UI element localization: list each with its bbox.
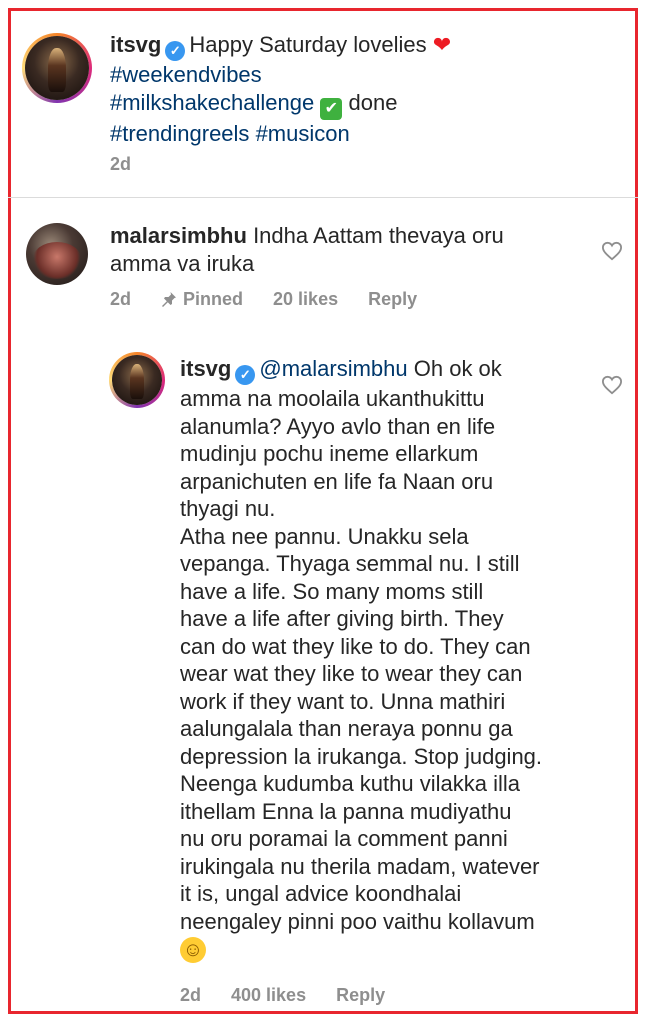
commenter-username[interactable]: malarsimbhu (110, 223, 247, 248)
comment-likes[interactable]: 20 likes (273, 289, 338, 309)
commenter-avatar[interactable] (26, 223, 88, 285)
reply-button[interactable]: Reply (368, 289, 417, 309)
reply-line: can do wat they like to do. They can (180, 633, 531, 659)
reply-timestamp: 2d (180, 985, 202, 1005)
post-caption: itsvg ✓ Happy Saturday lovelies ❤ #weekend… (110, 31, 620, 147)
reply-line: have a life after giving birth. They (180, 606, 504, 631)
reply-line: amma na moolaila ukanthukittu (180, 386, 485, 411)
comment-text-line1: Indha Aattam thevaya oru (253, 223, 504, 248)
reply-line: Neenga kudumba kuthu vilakka illa (180, 771, 520, 796)
reply-line: irukingala nu therila madam, watever (180, 853, 540, 879)
reply-line: neengaley pinni poo vaithu kollavum (180, 908, 535, 934)
reply-comment: itsvg ✓ @malarsimbhu Oh ok ok amma na mool… (180, 355, 580, 963)
reply-meta: 2d 400 likes Reply (180, 985, 415, 1006)
reply-author-username[interactable]: itsvg (180, 356, 231, 381)
comment-malarsimbhu: malarsimbhu Indha Aattam thevaya oru amm… (110, 222, 580, 277)
heart-outline-icon[interactable] (601, 375, 623, 395)
reply-line: nu oru poramai la comment panni (180, 826, 508, 851)
heart-outline-icon[interactable] (601, 241, 623, 261)
reply-line: aalungalala than neraya ponnu ga (180, 716, 513, 741)
comment-timestamp: 2d (110, 289, 132, 309)
reply-author-avatar[interactable] (109, 352, 165, 408)
red-heart-emoji: ❤ (432, 32, 452, 57)
comment-text-line2: amma va iruka (110, 250, 255, 276)
verified-badge-icon: ✓ (165, 41, 186, 61)
reply-line: work if they want to. Unna mathiri (180, 688, 506, 714)
reply-line: vepanga. Thyaga semmal nu. I still (180, 551, 520, 576)
smiling-face-emoji: ☺ (180, 937, 206, 963)
reply-line: thyagi nu. (180, 496, 276, 521)
reply-line: Atha nee pannu. Unakku sela (180, 523, 469, 549)
hashtag-musicon[interactable]: #musicon (256, 121, 350, 146)
verified-badge-icon: ✓ (235, 365, 256, 385)
post-timestamp: 2d (110, 154, 132, 174)
post-meta: 2d (110, 154, 161, 175)
reply-line: Oh ok ok (413, 356, 502, 381)
post-author-avatar[interactable] (22, 33, 92, 103)
check-mark-emoji: ✔ (320, 97, 343, 120)
comment-meta: 2d Pinned 20 likes Reply (110, 289, 447, 310)
reply-line: alanumla? Ayyo avlo than en life (180, 413, 496, 439)
reply-button[interactable]: Reply (336, 985, 385, 1005)
reply-line: have a life. So many moms still (180, 578, 484, 604)
hashtag-milkshakechallenge[interactable]: #milkshakechallenge (110, 90, 314, 115)
reply-line: ithellam Enna la panna mudiyathu (180, 798, 512, 824)
reply-line: wear wat they like to wear they can (180, 661, 523, 686)
post-author-username[interactable]: itsvg (110, 32, 161, 57)
done-text: done (348, 89, 398, 115)
caption-text: Happy Saturday lovelies (189, 32, 427, 57)
mention-malarsimbhu[interactable]: @malarsimbhu (259, 356, 407, 381)
hashtag-trendingreels[interactable]: #trendingreels (110, 121, 249, 146)
reply-line: it is, ungal advice koondhalai (180, 881, 462, 906)
reply-line: arpanichuten en life fa Naan oru (180, 468, 494, 494)
reply-likes[interactable]: 400 likes (231, 985, 306, 1005)
pinned-label: Pinned (161, 289, 243, 309)
pin-icon (162, 292, 177, 307)
reply-line: mudinju pochu ineme ellarkum (180, 441, 479, 466)
reply-line: depression la irukanga. Stop judging. (180, 743, 543, 769)
hashtag-weekendvibes[interactable]: #weekendvibes (110, 62, 262, 87)
